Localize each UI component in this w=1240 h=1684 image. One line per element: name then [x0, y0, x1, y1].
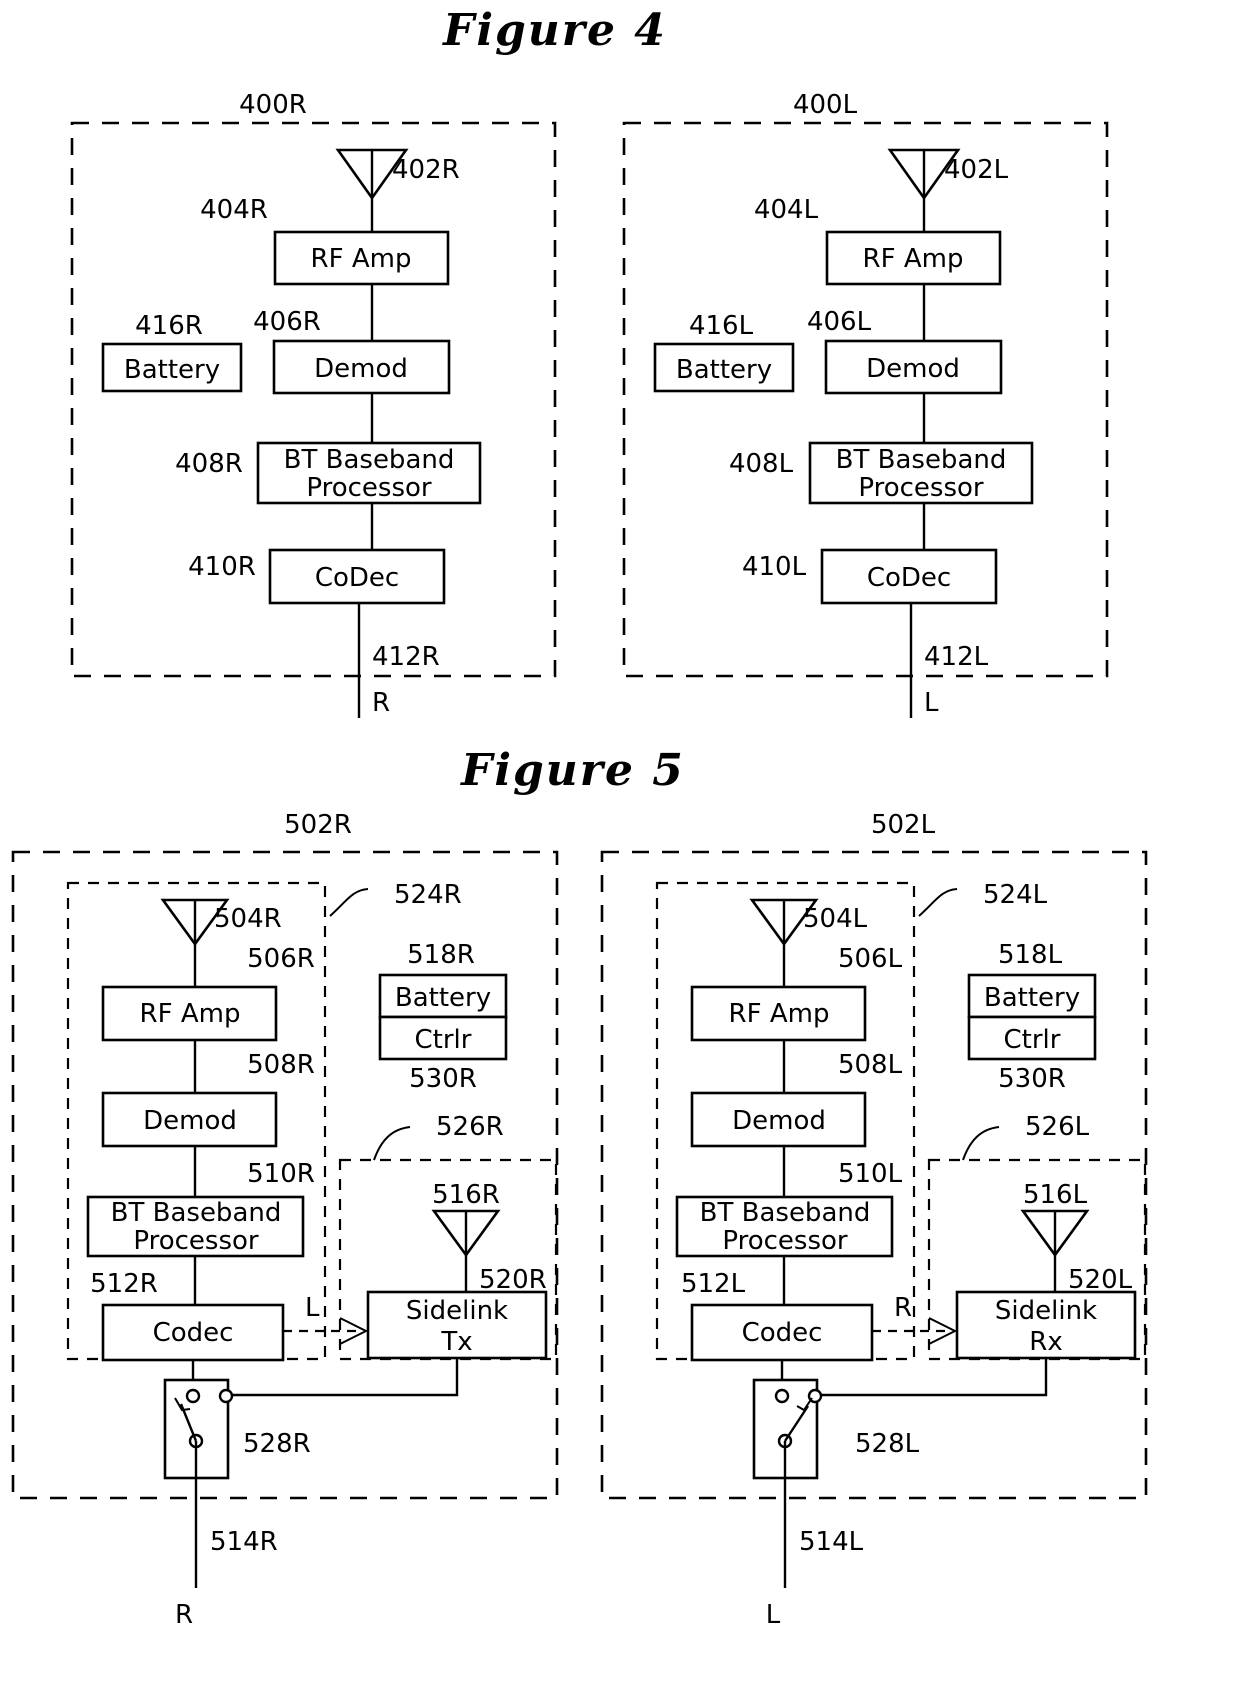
patent-figure-sheet: Figure 4 400R 402R 404R RF Amp 416R Batt… [0, 0, 1240, 1684]
ref-514L: 514L [799, 1527, 864, 1557]
block-label-bt-baseband-line1-510L: BT Baseband [700, 1198, 871, 1228]
ref-512L: 512L [681, 1269, 746, 1299]
switch-terminal-codec-L [774, 1388, 790, 1404]
ref-520L: 520L [1068, 1265, 1133, 1295]
block-label-bt-baseband-line1-408L: BT Baseband [836, 445, 1007, 475]
ref-410L: 410L [742, 552, 807, 582]
ref-408L: 408L [729, 449, 794, 479]
figure-5-title: Figure 5 [459, 745, 685, 796]
ref-508R: 508R [247, 1050, 315, 1080]
block-label-sidelink-line1-520R: Sidelink [406, 1296, 508, 1326]
block-label-codec-410L: CoDec [867, 563, 951, 593]
ref-524L: 524L [983, 880, 1048, 910]
block-label-demod-406R: Demod [314, 354, 408, 384]
block-label-rf-amp-404L: RF Amp [863, 244, 964, 274]
block-label-demod-508L: Demod [732, 1106, 826, 1136]
ref-508L: 508L [838, 1050, 903, 1080]
figure-canvas: Figure 4 400R 402R 404R RF Amp 416R Batt… [0, 0, 1240, 1684]
ref-402L: 402L [944, 155, 1009, 185]
block-label-bt-baseband-line2-408R: Processor [306, 473, 432, 503]
block-label-battery-518L: Battery [984, 983, 1080, 1013]
block-label-rf-amp-506L: RF Amp [729, 999, 830, 1029]
ref-412L: 412L [924, 642, 989, 672]
ref-528R: 528R [243, 1429, 311, 1459]
block-label-battery-416L: Battery [676, 355, 772, 385]
block-label-battery-416R: Battery [124, 355, 220, 385]
block-label-bt-baseband-line2-408L: Processor [858, 473, 984, 503]
figure-4-title: Figure 4 [441, 5, 667, 56]
ref-504L: 504L [803, 904, 868, 934]
block-label-codec-410R: CoDec [315, 563, 399, 593]
ref-518R: 518R [407, 940, 475, 970]
ref-516R: 516R [432, 1180, 500, 1210]
ref-512R: 512R [90, 1269, 158, 1299]
signal-label-codec-out-R: L [305, 1293, 320, 1323]
output-signal-514R: R [175, 1600, 193, 1630]
ref-524R: 524R [394, 880, 462, 910]
ref-416L: 416L [689, 311, 754, 341]
ref-404L: 404L [754, 195, 819, 225]
ref-406R: 406R [253, 307, 321, 337]
block-label-ctrlr-530R: Ctrlr [415, 1025, 472, 1055]
ref-412R: 412R [372, 642, 440, 672]
block-label-bt-baseband-line1-408R: BT Baseband [284, 445, 455, 475]
output-signal-412L: L [924, 688, 939, 718]
ref-526L: 526L [1025, 1112, 1090, 1142]
signal-label-codec-out-L: R [894, 1293, 912, 1323]
ref-506R: 506R [247, 944, 315, 974]
ref-526R: 526R [436, 1112, 504, 1142]
output-signal-514L: L [766, 1600, 781, 1630]
ref-528L: 528L [855, 1429, 920, 1459]
panel-ref-400R: 400R [239, 90, 307, 120]
ref-530R: 530R [409, 1064, 477, 1094]
ref-530L: 530R [998, 1064, 1066, 1094]
block-label-rf-amp-506R: RF Amp [140, 999, 241, 1029]
panel-ref-502R: 502R [284, 810, 352, 840]
block-label-sidelink-line2-520L: Rx [1029, 1327, 1062, 1357]
switch-528R[interactable] [163, 1378, 234, 1480]
ref-408R: 408R [175, 449, 243, 479]
block-label-ctrlr-530L: Ctrlr [1004, 1025, 1061, 1055]
ref-510R: 510R [247, 1159, 315, 1189]
block-label-demod-508R: Demod [143, 1106, 237, 1136]
block-label-codec-512L: Codec [742, 1318, 823, 1348]
ref-514R: 514R [210, 1527, 278, 1557]
block-label-sidelink-line2-520R: Tx [440, 1327, 472, 1357]
block-label-rf-amp-404R: RF Amp [311, 244, 412, 274]
block-label-sidelink-line1-520L: Sidelink [995, 1296, 1097, 1326]
output-signal-412R: R [372, 688, 390, 718]
ref-504R: 504R [214, 904, 282, 934]
ref-516L: 516L [1023, 1180, 1088, 1210]
block-label-bt-baseband-line2-510L: Processor [722, 1226, 848, 1256]
ref-518L: 518L [998, 940, 1063, 970]
block-label-codec-512R: Codec [153, 1318, 234, 1348]
panel-ref-502L: 502L [871, 810, 936, 840]
block-label-bt-baseband-line1-510R: BT Baseband [111, 1198, 282, 1228]
ref-520R: 520R [479, 1265, 547, 1295]
ref-410R: 410R [188, 552, 256, 582]
ref-506L: 506L [838, 944, 903, 974]
switch-terminal-codec-R [185, 1388, 201, 1404]
block-label-bt-baseband-line2-510R: Processor [133, 1226, 259, 1256]
switch-terminal-sidelink-R [218, 1388, 234, 1404]
ref-404R: 404R [200, 195, 268, 225]
panel-ref-400L: 400L [793, 90, 858, 120]
switch-528L[interactable] [752, 1378, 823, 1480]
block-label-battery-518R: Battery [395, 983, 491, 1013]
ref-416R: 416R [135, 311, 203, 341]
ref-402R: 402R [392, 155, 460, 185]
block-label-demod-406L: Demod [866, 354, 960, 384]
ref-406L: 406L [807, 307, 872, 337]
ref-510L: 510L [838, 1159, 903, 1189]
